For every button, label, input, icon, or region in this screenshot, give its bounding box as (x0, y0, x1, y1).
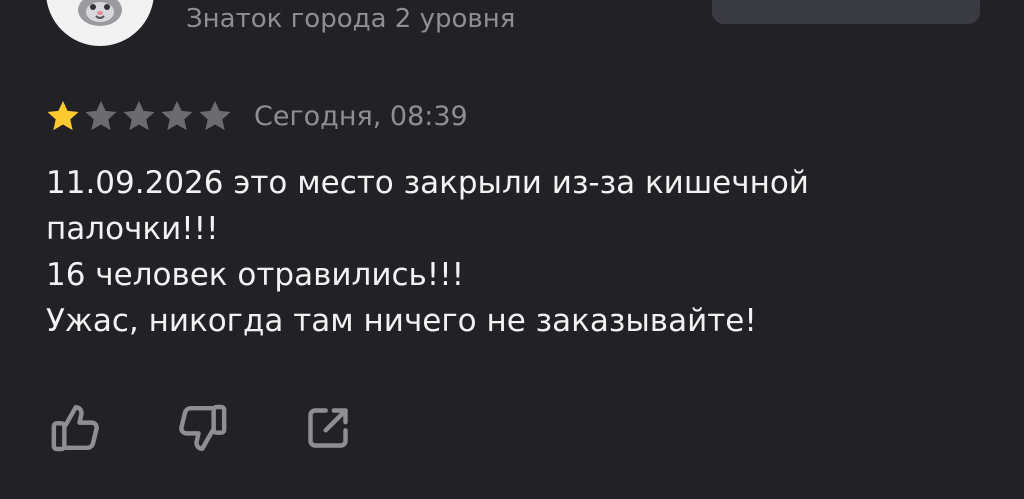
review-text-line: палочки!!! (46, 211, 219, 247)
star-empty-icon (161, 100, 193, 131)
review-date: Сегодня, 08:39 (254, 100, 468, 132)
review-actions (46, 398, 424, 458)
like-button[interactable] (46, 398, 106, 458)
share-button[interactable] (298, 398, 358, 458)
thumbs-down-icon (179, 404, 227, 451)
star-empty-icon (123, 100, 155, 131)
thumbs-up-icon (51, 405, 99, 452)
star-filled-icon (47, 100, 79, 131)
rating-row: Сегодня, 08:39 (44, 96, 468, 136)
cat-avatar-icon (78, 0, 122, 26)
review-text-line: 16 человек отравились!!! (46, 257, 465, 293)
review-text-line: Ужас, никогда там ничего не заказывайте! (46, 303, 757, 339)
author-level: Знаток города 2 уровня (186, 4, 516, 34)
share-icon (308, 408, 348, 448)
rating-stars (44, 97, 234, 135)
star-empty-icon (199, 100, 231, 131)
review-text-line: 11.09.2026 это место закрыли из-за кишеч… (46, 165, 809, 201)
review-text: 11.09.2026 это место закрыли из-за кишеч… (46, 160, 946, 344)
star-empty-icon (85, 100, 117, 131)
dislike-button[interactable] (172, 398, 232, 458)
subscribe-button[interactable] (712, 0, 980, 24)
review-card: Знаток города 2 уровня Сегодня, 08:39 11… (0, 0, 1024, 499)
avatar[interactable] (46, 0, 154, 46)
